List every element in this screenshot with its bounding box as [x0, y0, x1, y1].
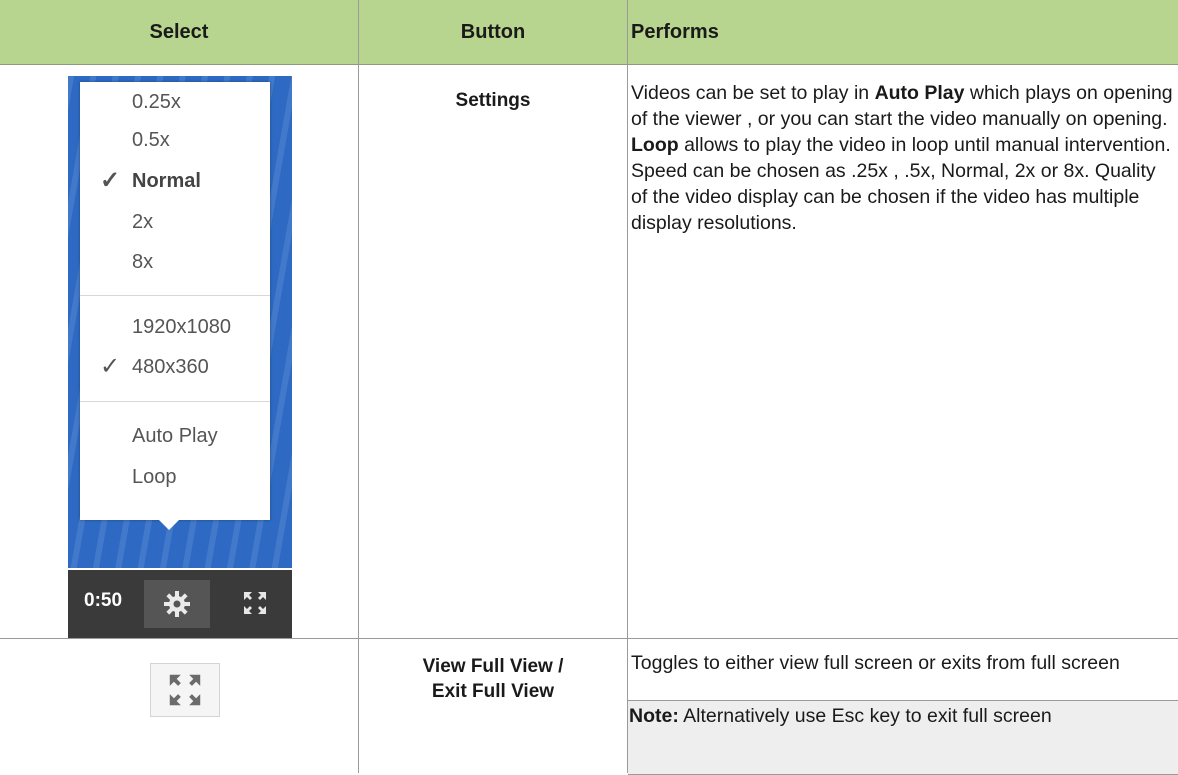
menu-item-speed-2x[interactable]: 2x — [80, 202, 270, 242]
menu-item-speed-05[interactable]: 0.5x — [80, 120, 270, 160]
gear-icon[interactable] — [144, 580, 210, 628]
column-divider — [627, 0, 628, 773]
menu-item-loop[interactable]: Loop — [80, 457, 270, 497]
menu-item-speed-normal[interactable]: ✓ Normal — [80, 161, 270, 201]
header-button: Button — [460, 21, 526, 43]
row-divider — [0, 638, 1178, 639]
fullscreen-icon — [169, 674, 201, 706]
menu-pointer — [158, 519, 180, 530]
help-table: Select Button Performs 0.25x 0.5x ✓ Norma… — [0, 0, 1178, 775]
performs-full-view: Toggles to either view full screen or ex… — [631, 652, 1120, 674]
button-name-settings: Settings — [455, 90, 531, 111]
menu-separator — [80, 295, 270, 296]
table-header-row: Select Button Performs — [0, 0, 1178, 65]
check-icon: ✓ — [99, 353, 121, 380]
video-time: 0:50 — [84, 590, 123, 611]
fullscreen-button[interactable] — [150, 663, 220, 717]
performs-settings: Videos can be set to play in Auto Play w… — [631, 82, 1173, 234]
fullscreen-icon[interactable] — [242, 590, 268, 616]
menu-item-res-1080[interactable]: 1920x1080 — [80, 307, 270, 347]
menu-item-res-360[interactable]: ✓ 480x360 — [80, 347, 270, 387]
header-select: Select — [149, 21, 209, 43]
button-name-full-view: View Full View / Exit Full View — [422, 656, 564, 702]
menu-item-autoplay[interactable]: Auto Play — [80, 416, 270, 456]
check-icon: ✓ — [99, 167, 121, 194]
header-performs: Performs — [631, 21, 719, 43]
note-label: Note: — [629, 705, 679, 727]
menu-item-speed-025[interactable]: 0.25x — [80, 82, 270, 122]
menu-item-speed-8x[interactable]: 8x — [80, 242, 270, 282]
menu-separator — [80, 401, 270, 402]
note-text: Note: Alternatively use Esc key to exit … — [629, 705, 1052, 727]
settings-menu: 0.25x 0.5x ✓ Normal 2x 8x 1920x1080 ✓ 480x… — [80, 82, 270, 520]
